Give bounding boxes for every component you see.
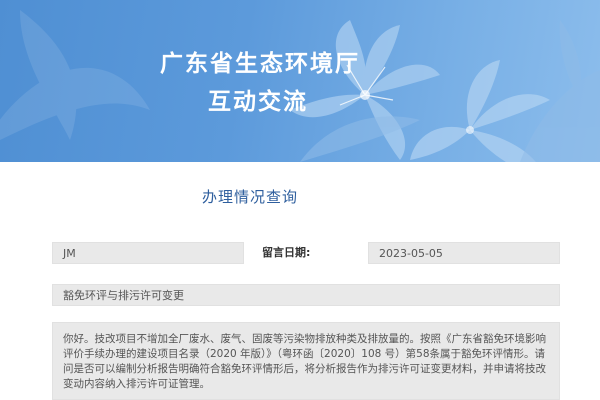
message-subject-field: 豁免环评与排污许可变更 [52, 284, 560, 306]
message-date-label: 留言日期: [262, 246, 311, 259]
page-title: 办理情况查询 [201, 188, 298, 206]
lily-flower-decoration [0, 10, 600, 162]
message-date-field: 2023-05-05 [368, 242, 560, 264]
header-banner: 广东省生态环境厅 互动交流 [0, 0, 600, 162]
message-body-field: 你好。技改项目不增加全厂废水、废气、固废等污染物排放种类及排放量的。按照《广东省… [52, 322, 560, 400]
submitter-name-field: JM [52, 242, 244, 264]
section-title: 互动交流 [208, 89, 308, 115]
site-title: 广东省生态环境厅 [160, 51, 360, 77]
